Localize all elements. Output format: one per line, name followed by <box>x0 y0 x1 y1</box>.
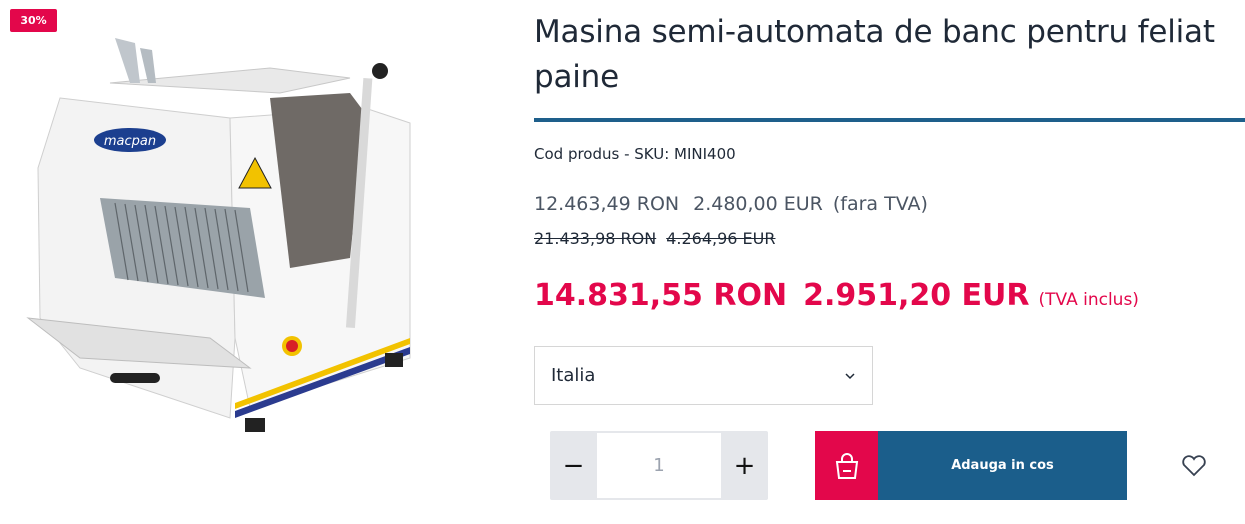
old-price: 21.433,98 RON 4.264,96 EUR <box>534 229 775 248</box>
discount-badge: 30% <box>10 9 57 32</box>
price-ex-note: (fara TVA) <box>832 193 928 215</box>
svg-text:macpan: macpan <box>104 134 156 149</box>
chevron-down-icon <box>845 372 855 379</box>
current-price-ron: 14.831,55 RON <box>534 278 788 313</box>
product-image[interactable]: macpan <box>20 38 440 438</box>
current-price: 14.831,55 RON 2.951,20 EUR (TVA inclus) <box>534 278 1139 313</box>
quantity-stepper: − 1 + <box>550 431 768 500</box>
quantity-decrease-button[interactable]: − <box>550 431 597 500</box>
origin-select[interactable]: Italia <box>534 346 873 405</box>
old-price-eur: 4.264,96 EUR <box>666 229 776 248</box>
heart-icon[interactable] <box>1180 452 1208 478</box>
price-ex-ron: 12.463,49 RON <box>534 193 680 215</box>
current-price-eur: 2.951,20 EUR <box>803 278 1030 313</box>
bread-slicer-illustration: macpan <box>26 38 411 432</box>
price-excluding-vat: 12.463,49 RON 2.480,00 EUR (fara TVA) <box>534 193 928 215</box>
quantity-input[interactable]: 1 <box>597 433 721 498</box>
product-title: Masina semi-automata de banc pentru feli… <box>534 14 1215 95</box>
old-price-ron: 21.433,98 RON <box>534 229 657 248</box>
origin-select-value: Italia <box>551 365 596 386</box>
add-to-cart-button[interactable]: Adauga in cos <box>815 431 1127 500</box>
title-divider <box>534 118 1245 122</box>
product-sku: Cod produs - SKU: MINI400 <box>534 145 736 163</box>
quantity-increase-button[interactable]: + <box>721 431 768 500</box>
add-to-cart-label: Adauga in cos <box>878 431 1127 500</box>
cart-bag-icon <box>815 431 878 500</box>
price-ex-eur: 2.480,00 EUR <box>693 193 823 215</box>
vat-note: (TVA inclus) <box>1038 290 1139 310</box>
